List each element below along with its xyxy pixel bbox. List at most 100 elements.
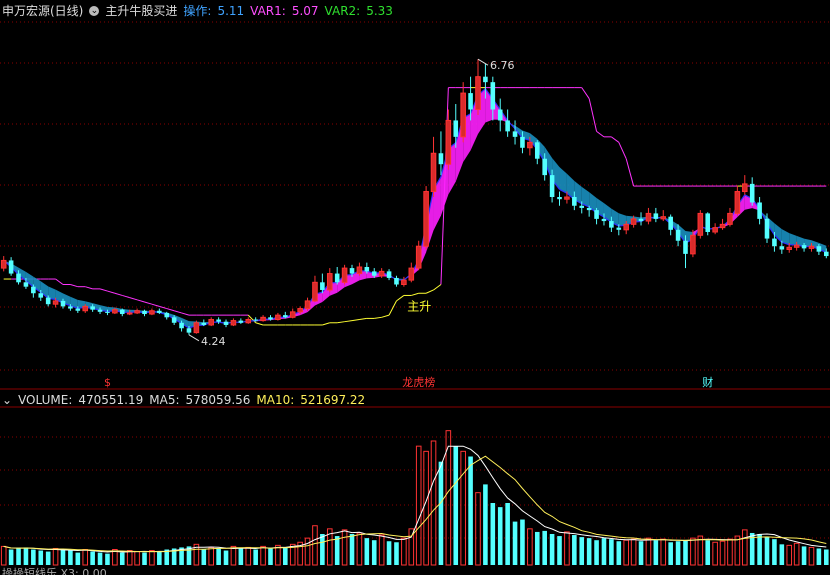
volume-bar bbox=[497, 507, 503, 565]
candle-body bbox=[668, 216, 673, 230]
volume-bar bbox=[364, 538, 370, 565]
ma10-label: MA10: bbox=[256, 393, 295, 407]
stop-line bbox=[3, 87, 827, 326]
candle-body bbox=[727, 213, 733, 225]
candle-body bbox=[253, 319, 258, 321]
candle-body bbox=[31, 286, 36, 294]
candle-body bbox=[512, 131, 518, 137]
candle-body bbox=[586, 207, 592, 211]
candle-body bbox=[223, 321, 229, 325]
candle-body bbox=[238, 320, 244, 323]
candle-body bbox=[142, 310, 147, 315]
volume-bar bbox=[119, 552, 125, 565]
volume-bar bbox=[549, 534, 555, 565]
candle-body bbox=[119, 309, 125, 315]
chevron-down-icon[interactable]: ⌄ bbox=[2, 393, 12, 407]
volume-value: 470551.19 bbox=[78, 393, 144, 407]
volume-bar bbox=[371, 540, 377, 565]
stop-line-segment bbox=[433, 284, 442, 291]
candle-body bbox=[290, 311, 296, 318]
volume-bar bbox=[60, 549, 66, 565]
candle-body bbox=[112, 309, 118, 313]
volume-bar bbox=[453, 446, 459, 565]
candle-body bbox=[483, 76, 488, 83]
stop-line-segment bbox=[374, 316, 382, 319]
volume-bar bbox=[245, 546, 252, 566]
stop-line-segment bbox=[144, 301, 153, 305]
candle-body bbox=[749, 183, 755, 203]
var1-label: VAR1: bbox=[250, 3, 286, 18]
candle-body bbox=[816, 246, 822, 252]
event-marker: 龙虎榜 bbox=[402, 375, 435, 389]
chevron-down-icon[interactable]: ⌄ bbox=[89, 5, 100, 16]
indicator-name[interactable]: 主升牛股买进 bbox=[105, 2, 177, 19]
candle-body bbox=[527, 142, 533, 148]
volume-bar bbox=[623, 539, 630, 566]
volume-bar bbox=[349, 534, 355, 565]
candle-body bbox=[416, 246, 422, 269]
candle-body bbox=[134, 310, 140, 313]
candle-body bbox=[557, 197, 562, 200]
volume-bar bbox=[68, 550, 73, 565]
candle-body bbox=[408, 268, 414, 281]
volume-bar bbox=[201, 549, 207, 565]
stock-title[interactable]: 申万宏源(日线) bbox=[2, 2, 83, 19]
stop-line-segment bbox=[107, 290, 116, 294]
candle-body bbox=[38, 293, 44, 298]
band-segment bbox=[559, 167, 567, 194]
volume-bar bbox=[653, 540, 659, 565]
volume-bar bbox=[142, 552, 147, 565]
candle-body bbox=[786, 247, 792, 250]
candle-body bbox=[8, 260, 14, 274]
chart-canvas: 6.76 4.24 主升 $ 龙虎榜 财 bbox=[0, 21, 830, 566]
candle-body bbox=[349, 268, 355, 274]
candle-body bbox=[609, 221, 614, 228]
candle-body bbox=[283, 315, 288, 318]
volume-bar bbox=[208, 546, 215, 566]
stop-line-segment bbox=[151, 303, 160, 307]
candle-body bbox=[579, 205, 585, 208]
volume-bar bbox=[356, 532, 363, 566]
volume-bar bbox=[734, 535, 741, 566]
volume-bar bbox=[520, 519, 525, 565]
volume-bar bbox=[594, 540, 599, 565]
candle-body bbox=[698, 213, 703, 236]
stop-line-segment bbox=[581, 87, 590, 99]
volume-bar bbox=[675, 541, 681, 565]
low-pointer bbox=[188, 334, 200, 342]
var0-value: 5.11 bbox=[217, 3, 245, 18]
volume-bar bbox=[772, 539, 777, 565]
volume-bar bbox=[423, 450, 429, 566]
var2-value: 5.33 bbox=[366, 3, 393, 18]
volume-bar bbox=[505, 503, 510, 565]
candle-body bbox=[297, 308, 303, 312]
candle-body bbox=[394, 277, 399, 285]
volume-bars bbox=[0, 430, 829, 566]
volume-bar bbox=[757, 534, 762, 565]
stop-line-segment bbox=[129, 297, 138, 301]
price-grid bbox=[0, 21, 830, 539]
volume-bar bbox=[645, 537, 652, 566]
stop-line-segment bbox=[255, 322, 264, 326]
candle-body bbox=[171, 317, 177, 323]
low-price-label: 4.24 bbox=[201, 335, 226, 348]
candle-body bbox=[53, 300, 58, 305]
volume-bar bbox=[779, 544, 785, 565]
candle-body bbox=[371, 271, 377, 276]
volume-bar bbox=[712, 541, 718, 566]
var1-value: 5.07 bbox=[291, 3, 319, 18]
stop-line-segment bbox=[55, 278, 64, 285]
volume-bar bbox=[238, 548, 244, 565]
candle-body bbox=[683, 240, 688, 254]
candle-body bbox=[379, 271, 384, 276]
candle-body bbox=[764, 218, 770, 239]
candle-body bbox=[60, 300, 66, 307]
candle-body bbox=[431, 153, 436, 192]
volume-bar bbox=[386, 541, 392, 565]
volume-bar bbox=[415, 445, 422, 566]
volume-bar bbox=[430, 440, 437, 566]
volume-bar bbox=[16, 548, 21, 565]
volume-bar bbox=[564, 531, 570, 566]
candle-body bbox=[460, 93, 466, 137]
stop-line-segment bbox=[85, 286, 93, 290]
